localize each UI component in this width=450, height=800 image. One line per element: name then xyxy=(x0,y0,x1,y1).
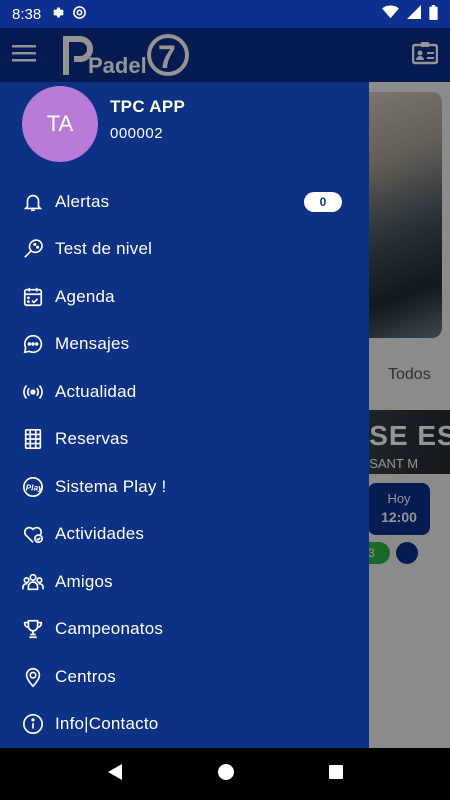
cell-signal-icon xyxy=(407,5,421,23)
location-pin-icon xyxy=(21,665,45,689)
wifi-icon xyxy=(382,5,399,23)
status-time: 8:38 xyxy=(12,5,42,23)
back-icon[interactable] xyxy=(106,763,124,786)
menu-item-amigos[interactable]: Amigos xyxy=(0,558,369,606)
menu-label: Alertas xyxy=(55,191,110,211)
status-bar: 8:38 xyxy=(0,0,450,28)
avatar: TA xyxy=(22,86,98,162)
chat-bubble-icon xyxy=(21,332,45,356)
menu-label: Centros xyxy=(55,666,116,686)
battery-icon xyxy=(429,4,438,24)
drawer-menu: Alertas 0 Test de nivel Agenda Mensajes xyxy=(0,178,369,748)
friends-icon xyxy=(21,570,45,594)
profile-code: 000002 xyxy=(110,124,164,142)
menu-label: Campeonatos xyxy=(55,619,164,639)
menu-item-campeonatos[interactable]: Campeonatos xyxy=(0,606,369,654)
padel-racket-icon xyxy=(21,237,45,261)
heart-check-icon xyxy=(21,522,45,546)
calendar-icon xyxy=(21,285,45,309)
menu-item-alertas[interactable]: Alertas 0 xyxy=(0,178,369,226)
svg-text:Play: Play xyxy=(26,483,43,492)
bell-icon xyxy=(21,190,45,214)
menu-item-info-contacto[interactable]: Info|Contacto xyxy=(0,701,369,749)
menu-label: Sistema Play ! xyxy=(55,476,167,496)
court-icon xyxy=(21,427,45,451)
info-icon xyxy=(21,712,45,736)
menu-label: Test de nivel xyxy=(55,239,153,259)
menu-label: Info|Contacto xyxy=(55,714,159,734)
menu-label: Reservas xyxy=(55,429,129,449)
menu-item-agenda[interactable]: Agenda xyxy=(0,273,369,321)
menu-label: Actividades xyxy=(55,524,145,544)
menu-item-actualidad[interactable]: Actualidad xyxy=(0,368,369,416)
menu-label: Actualidad xyxy=(55,381,137,401)
menu-item-actividades[interactable]: Actividades xyxy=(0,511,369,559)
profile-name: TPC APP xyxy=(110,96,186,116)
menu-item-test-de-nivel[interactable]: Test de nivel xyxy=(0,226,369,274)
navigation-drawer: TA TPC APP 000002 Alertas 0 Test de nive… xyxy=(0,82,369,748)
menu-label: Agenda xyxy=(55,286,115,306)
menu-item-reservas[interactable]: Reservas xyxy=(0,416,369,464)
system-nav-bar xyxy=(0,748,450,800)
settings-gear-icon xyxy=(51,5,66,24)
home-icon[interactable] xyxy=(217,763,235,786)
at-sign-icon xyxy=(72,5,87,24)
menu-item-mensajes[interactable]: Mensajes xyxy=(0,321,369,369)
menu-item-sistema-play[interactable]: Play Sistema Play ! xyxy=(0,463,369,511)
trophy-icon xyxy=(21,617,45,641)
alert-count-badge: 0 xyxy=(304,192,342,212)
recents-icon[interactable] xyxy=(328,764,344,785)
menu-item-centros[interactable]: Centros xyxy=(0,653,369,701)
play-logo-icon: Play xyxy=(21,475,45,499)
broadcast-icon xyxy=(21,380,45,404)
menu-label: Mensajes xyxy=(55,334,130,354)
profile-header[interactable]: TA TPC APP 000002 xyxy=(22,86,185,162)
menu-label: Amigos xyxy=(55,571,113,591)
